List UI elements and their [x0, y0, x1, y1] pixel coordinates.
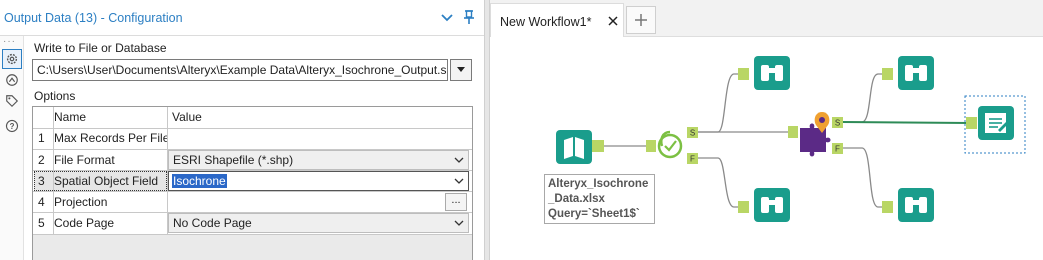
browse-tool-bottom-right[interactable] — [882, 188, 934, 222]
connection-line — [698, 157, 738, 208]
browse-tool-top-left[interactable] — [738, 56, 790, 90]
connection-line — [842, 73, 882, 123]
workflow-diagram: S F S F — [556, 56, 1026, 222]
output-data-tool[interactable] — [964, 95, 1026, 154]
caption-line: Query=`Sheet1$` — [548, 208, 640, 220]
anchor-label: S — [690, 129, 695, 138]
create-points-tool[interactable]: S F — [646, 127, 698, 164]
app-root: Output Data (13) - Configuration ··· ? W… — [0, 0, 1043, 260]
connection-line — [842, 147, 882, 208]
caption-line: Alteryx_Isochrone — [548, 178, 649, 190]
anchor-label: F — [835, 145, 840, 154]
input-tool-caption: Alteryx_Isochrone _Data.xlsx Query=`Shee… — [544, 174, 655, 224]
isochrone-tool[interactable]: S F — [788, 112, 843, 157]
selected-connection-line — [841, 121, 971, 124]
browse-tool-top-right[interactable] — [882, 56, 934, 90]
caption-line: _Data.xlsx — [548, 193, 605, 205]
connection-line — [698, 73, 738, 133]
input-data-tool[interactable] — [556, 130, 604, 164]
anchor-label: F — [690, 155, 695, 164]
browse-tool-bottom-left[interactable] — [738, 188, 790, 222]
anchor-label: S — [835, 119, 840, 128]
